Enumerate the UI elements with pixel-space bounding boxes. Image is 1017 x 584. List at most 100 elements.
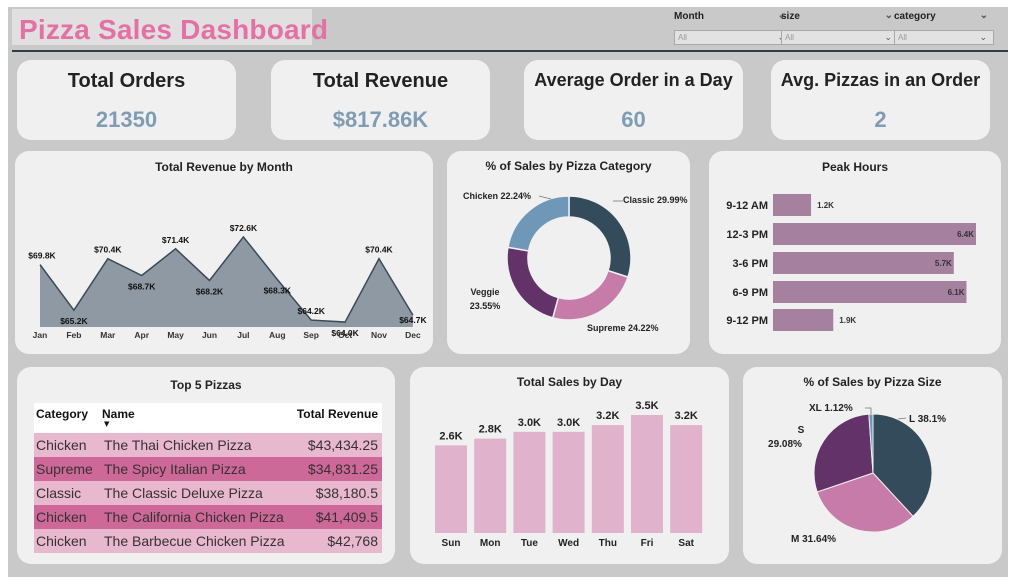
bar <box>773 281 967 303</box>
slice-label: Supreme 24.22% <box>587 323 659 333</box>
top5-pizzas-card: Top 5 Pizzas Category Name Total Revenue… <box>17 367 395 564</box>
sales-by-size-card: % of Sales by Pizza Size L 38.1% M 31.64%… <box>743 367 1002 564</box>
slice-label: Veggie <box>470 287 499 297</box>
kpi-value: 21350 <box>95 107 158 132</box>
column-header-name[interactable]: Name <box>102 403 285 433</box>
x-tick-label: Mar <box>100 330 116 340</box>
data-label: $65.2K <box>60 316 88 326</box>
data-label: $70.4K <box>365 245 393 255</box>
chevron-down-icon[interactable]: ⌄ <box>980 10 988 21</box>
kpi-title: Total Revenue <box>312 70 449 92</box>
sales-by-category-card: % of Sales by Pizza Category Classic 29.… <box>447 151 690 354</box>
x-tick-label: Sat <box>678 538 694 549</box>
data-label: 1.9K <box>839 316 856 325</box>
column-header-total-revenue[interactable]: Total Revenue <box>284 403 382 433</box>
kpi-value: 2 <box>874 107 887 132</box>
data-label: $64.7K <box>399 315 427 325</box>
cell-category: Chicken <box>34 505 102 529</box>
data-label: 3.2K <box>675 410 698 422</box>
data-label: $69.8K <box>28 251 56 261</box>
kpi-card-total-orders: Total Orders 21350 <box>17 60 236 140</box>
slice-label: 23.55% <box>470 301 501 311</box>
kpi-value: 60 <box>621 107 646 132</box>
data-label: 6.1K <box>948 288 965 297</box>
bar <box>631 415 663 533</box>
title-underline <box>12 50 1008 52</box>
donut-slice <box>551 269 629 321</box>
x-tick-label: Wed <box>558 538 579 549</box>
bar <box>435 445 467 533</box>
revenue-area-chart: $69.8K Jan $65.2K Feb $70.4K Mar $68.7K Apr $71.… <box>28 223 427 340</box>
data-label: $72.6K <box>230 223 258 233</box>
size-dropdown-value: All <box>785 33 794 42</box>
bar <box>670 425 703 533</box>
cell-name: The Barbecue Chicken Pizza <box>102 529 285 553</box>
donut-slice <box>506 246 560 319</box>
cell-name: The Thai Chicken Pizza <box>102 433 285 457</box>
x-tick-label: May <box>167 330 184 340</box>
leader-line <box>865 407 872 414</box>
x-tick-label: Sun <box>442 538 461 549</box>
category-slicer-label: category <box>894 11 936 22</box>
x-tick-label: Tue <box>521 538 538 549</box>
x-tick-label: Sep <box>303 330 319 340</box>
table-title: Top 5 Pizzas <box>170 378 242 392</box>
data-label: $64.2K <box>297 306 325 316</box>
x-tick-label: Apr <box>134 330 149 340</box>
cell-category: Chicken <box>34 529 102 553</box>
y-tick-label: 9-12 AM <box>726 200 768 212</box>
slice-label: XL 1.12% <box>809 403 853 414</box>
data-label: $68.7K <box>128 282 156 292</box>
chevron-down-icon[interactable]: ⌄ <box>979 31 987 44</box>
data-label: $68.3K <box>264 285 292 295</box>
category-slicer[interactable]: category ⌄ All ⌄ <box>894 9 1012 45</box>
leader-line <box>538 195 552 200</box>
chevron-down-icon[interactable]: ⌄ <box>885 10 893 21</box>
table-row[interactable]: Chicken The Barbecue Chicken Pizza $42,7… <box>34 529 382 553</box>
cell-category: Chicken <box>34 433 102 457</box>
month-slicer[interactable]: Month⌄ All⌄ <box>674 9 792 45</box>
y-tick-label: 3-6 PM <box>733 258 768 270</box>
data-label: 1.2K <box>817 201 834 210</box>
cell-revenue: $42,768 <box>284 529 382 553</box>
sort-descending-icon[interactable]: ▼ <box>104 420 109 428</box>
column-header-category[interactable]: Category <box>34 403 102 433</box>
y-tick-label: 6-9 PM <box>733 287 768 299</box>
leader-line <box>897 417 907 420</box>
y-tick-label: 9-12 PM <box>726 315 768 327</box>
size-slicer[interactable]: size ⌄ All ⌄ <box>781 9 899 45</box>
data-label: 2.6K <box>439 430 462 442</box>
cell-revenue: $43,434.25 <box>284 433 382 457</box>
data-label: $71.4K <box>162 235 190 245</box>
kpi-title: Avg. Pizzas in an Order <box>780 70 981 90</box>
bar <box>773 223 976 245</box>
table-row[interactable]: Classic The Classic Deluxe Pizza $38,180… <box>34 481 382 505</box>
x-tick-label: Jul <box>237 330 249 340</box>
month-slicer-label: Month <box>674 11 704 22</box>
peak-hours-card: Peak Hours 9-12 AM 1.2K 12-3 PM 6.4K 3-6 PM 5… <box>709 151 1001 354</box>
bar <box>552 431 585 533</box>
size-slicer-label: size <box>781 11 800 22</box>
table-row[interactable]: Chicken The Thai Chicken Pizza $43,434.2… <box>34 433 382 457</box>
data-label: 3.5K <box>635 400 658 412</box>
x-tick-label: Jun <box>202 330 217 340</box>
cell-revenue: $38,180.5 <box>284 481 382 505</box>
x-tick-label: Dec <box>405 330 421 340</box>
revenue-by-month-card: Total Revenue by Month $69.8K Jan $65.2K Fe… <box>15 151 433 354</box>
size-dropdown[interactable]: All ⌄ <box>781 30 899 45</box>
kpi-card-total-revenue: Total Revenue $817.86K <box>271 60 490 140</box>
cell-category: Supreme <box>34 457 102 481</box>
x-tick-label: Aug <box>269 330 286 340</box>
slice-label: Chicken 22.24% <box>463 191 531 201</box>
cell-name: The Classic Deluxe Pizza <box>102 481 285 505</box>
slice-label: 29.08% <box>768 439 802 450</box>
data-label: 2.8K <box>479 424 502 436</box>
top5-table: Category Name Total Revenue Chicken The … <box>34 403 382 553</box>
table-row[interactable]: Chicken The California Chicken Pizza $41… <box>34 505 382 529</box>
month-dropdown[interactable]: All⌄ <box>674 30 792 45</box>
kpi-card-average-order-day: Average Order in a Day 60 <box>524 60 743 140</box>
chevron-down-icon[interactable]: ⌄ <box>884 31 892 44</box>
data-label: 6.4K <box>957 230 974 239</box>
category-dropdown[interactable]: All ⌄ <box>894 30 994 45</box>
table-row[interactable]: Supreme The Spicy Italian Pizza $34,831.… <box>34 457 382 481</box>
